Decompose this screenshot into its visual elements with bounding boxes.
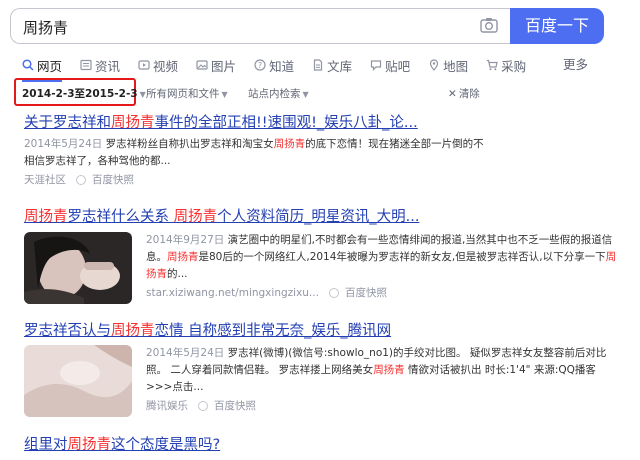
snapshot-link[interactable]: 百度快照 xyxy=(92,172,134,187)
title-text: 罗志祥否认与 xyxy=(24,323,111,339)
tab-web[interactable]: 网页 xyxy=(22,54,63,82)
title-highlight: 周扬青 xyxy=(24,209,68,225)
file-type-label: 所有网页和文件 xyxy=(146,88,220,100)
tab-label: 地图 xyxy=(443,58,469,74)
tab-images[interactable]: 图片 xyxy=(196,54,236,76)
tab-more[interactable]: 更多 xyxy=(563,54,588,73)
caret-down-icon: ▼ xyxy=(302,90,309,99)
tab-zhidao[interactable]: ? 知道 xyxy=(254,54,294,76)
question-icon: ? xyxy=(254,59,266,71)
snapshot-icon xyxy=(76,174,86,185)
result-body: 2014年5月24日 罗志祥(微博)(微信号:showlo_no1)的手绞对比图… xyxy=(146,345,620,413)
result-snippet: 2014年9月27日 演艺圈中的明星们,不时都会有一些恋情绯闻的报道,当然其中也… xyxy=(146,232,620,283)
date-range-label: 2014-2-3至2015-2-3 xyxy=(22,88,138,100)
tab-map[interactable]: 地图 xyxy=(428,54,468,76)
map-icon xyxy=(430,59,439,71)
tab-label: 采购 xyxy=(501,58,527,74)
result-thumbnail[interactable] xyxy=(24,232,132,304)
result-date: 2014年9月27日 xyxy=(146,234,225,246)
result-title-link[interactable]: 罗志祥否认与周扬青恋情 自称感到非常无奈_娱乐_腾讯网 xyxy=(24,319,624,340)
tab-news[interactable]: 资讯 xyxy=(80,54,120,76)
result-meta: 腾讯娱乐 百度快照 xyxy=(146,398,620,413)
search-query-text[interactable]: 周扬青 xyxy=(23,17,68,38)
image-icon xyxy=(196,60,208,70)
title-text: 组里对 xyxy=(24,437,68,453)
snippet-highlight: 周扬青 xyxy=(373,364,405,376)
result-date: 2014年5月24日 xyxy=(24,138,103,150)
snippet-text: 的... xyxy=(167,268,188,280)
search-result: 关于罗志祥和周扬青事件的全部正相!!速围观!_娱乐八卦_论... 2014年5月… xyxy=(24,111,624,187)
result-snippet: 2014年5月24日 罗志祥(微博)(微信号:showlo_no1)的手绞对比图… xyxy=(146,345,620,396)
tab-purchase[interactable]: 采购 xyxy=(486,54,526,76)
title-text: 恋情 自称感到非常无奈_娱乐_腾讯网 xyxy=(154,323,392,339)
snapshot-link[interactable]: 百度快照 xyxy=(345,285,387,300)
result-snippet: 2014年5月24日 罗志祥粉丝自称扒出罗志祥和淘宝女周扬青的底下恋情！现在猪迷… xyxy=(24,136,494,170)
result-title-link[interactable]: 关于罗志祥和周扬青事件的全部正相!!速围观!_娱乐八卦_论... xyxy=(24,111,624,132)
search-result: 组里对周扬青这个态度是黑吗? xyxy=(24,433,624,454)
search-icon xyxy=(22,59,34,71)
title-text: 事件的全部正相!!速围观!_娱乐八卦_论... xyxy=(154,115,418,131)
tab-label: 知道 xyxy=(269,58,295,74)
tab-wenku[interactable]: 文库 xyxy=(312,54,352,76)
title-text: 关于罗志祥和 xyxy=(24,115,111,131)
result-meta: 天涯社区 百度快照 xyxy=(24,172,624,187)
search-input[interactable]: 周扬青 xyxy=(10,8,510,44)
title-text: 个人资料简历_明星资讯_大明... xyxy=(217,209,420,225)
snippet-text: 是80后的一个网络红人,2014年被曝为罗志祥的新女友,但是被罗志祥否认,以下分… xyxy=(198,251,606,263)
camera-icon[interactable] xyxy=(480,17,498,37)
title-text: 罗志祥什么关系 xyxy=(67,209,174,225)
title-text: 这个态度是黑吗? xyxy=(111,437,221,453)
snippet-highlight: 周扬青 xyxy=(273,138,306,150)
result-source[interactable]: star.xiziwang.net/mingxingzixu... xyxy=(146,287,319,299)
snapshot-icon xyxy=(328,287,339,298)
tab-label: 资讯 xyxy=(95,58,121,74)
tab-label: 文库 xyxy=(327,58,353,74)
result-source[interactable]: 天涯社区 xyxy=(24,172,66,187)
news-icon xyxy=(80,59,92,71)
title-highlight: 周扬青 xyxy=(111,115,155,131)
snippet-highlight: 周扬青 xyxy=(167,251,199,263)
clear-label: 清除 xyxy=(458,88,480,100)
document-icon xyxy=(313,59,323,71)
result-body: 2014年9月27日 演艺圈中的明星们,不时都会有一些恋情绯闻的报道,当然其中也… xyxy=(146,232,620,300)
result-date: 2014年5月24日 xyxy=(146,347,225,359)
result-meta: star.xiziwang.net/mingxingzixu... 百度快照 xyxy=(146,285,620,300)
tab-video[interactable]: 视频 xyxy=(138,54,178,76)
title-highlight: 周扬青 xyxy=(67,437,112,453)
result-source[interactable]: 腾讯娱乐 xyxy=(146,398,188,413)
result-title-link[interactable]: 周扬青罗志祥什么关系 周扬青个人资料简历_明星资讯_大明... xyxy=(24,205,624,226)
close-icon: ✕ xyxy=(448,88,457,100)
title-highlight: 周扬青 xyxy=(173,209,218,225)
snippet-text: 罗志祥粉丝自称扒出罗志祥和淘宝女 xyxy=(102,138,274,150)
title-highlight: 周扬青 xyxy=(111,323,155,339)
svg-text:?: ? xyxy=(258,61,262,70)
tab-label: 图片 xyxy=(211,58,237,74)
cart-icon xyxy=(486,59,498,71)
snapshot-icon xyxy=(198,400,208,411)
result-thumbnail[interactable] xyxy=(24,345,132,417)
caret-down-icon: ▼ xyxy=(139,90,146,99)
clear-filters-button[interactable]: ✕ 清除 xyxy=(448,86,480,101)
file-type-filter[interactable]: 所有网页和文件 ▼ xyxy=(146,86,228,101)
snapshot-link[interactable]: 百度快照 xyxy=(214,398,256,413)
search-result: 罗志祥否认与周扬青恋情 自称感到非常无奈_娱乐_腾讯网 2014年5月24日 罗… xyxy=(24,319,624,417)
result-title-link[interactable]: 组里对周扬青这个态度是黑吗? xyxy=(24,433,624,454)
tab-label: 贴吧 xyxy=(385,58,411,74)
tab-tieba[interactable]: 贴吧 xyxy=(370,54,410,76)
caret-down-icon: ▼ xyxy=(221,90,228,99)
site-search-label: 站点内检索 xyxy=(248,88,301,100)
tab-label: 视频 xyxy=(153,58,179,74)
forum-icon xyxy=(370,60,382,71)
search-button[interactable]: 百度一下 xyxy=(510,8,604,44)
search-result: 周扬青罗志祥什么关系 周扬青个人资料简历_明星资讯_大明... 2014年9月2… xyxy=(24,205,624,304)
video-icon xyxy=(138,60,150,70)
site-search-filter[interactable]: 站点内检索 ▼ xyxy=(248,86,309,101)
date-range-filter[interactable]: 2014-2-3至2015-2-3 ▼ xyxy=(22,86,146,101)
tab-label: 网页 xyxy=(37,58,63,74)
search-tabs: 网页 资讯 视频 图片 ? 知道 文库 贴吧 地图 采购 xyxy=(22,54,544,82)
